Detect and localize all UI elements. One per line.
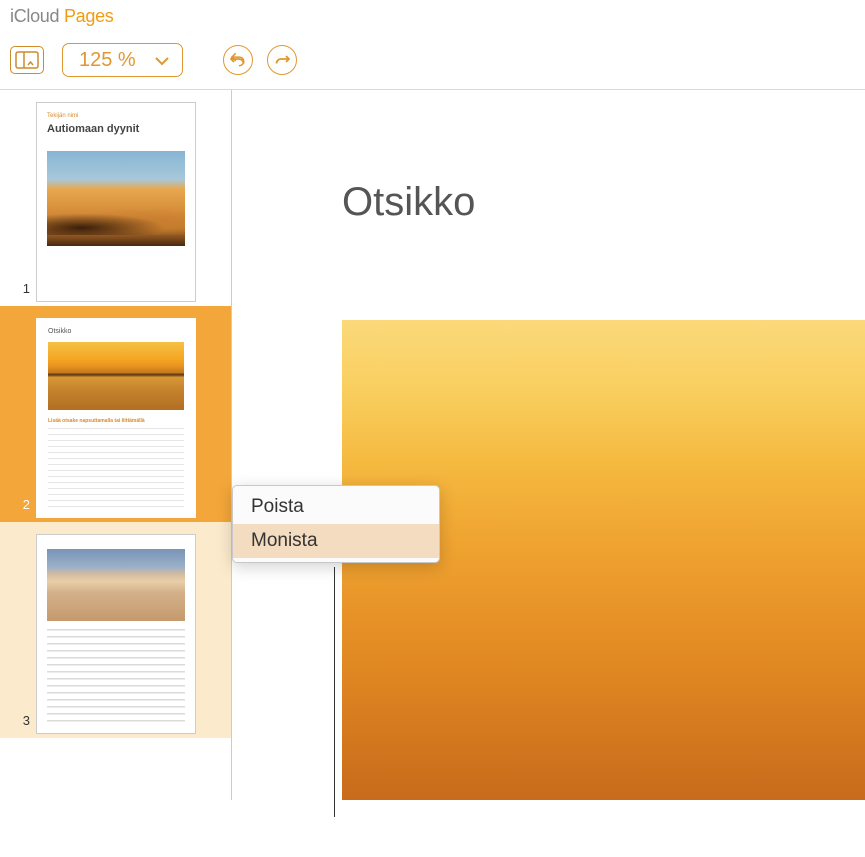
page-thumbnail-3[interactable]: 3: [0, 522, 231, 738]
page-thumbnail-2[interactable]: 2 Otsikko Lisää otsake napsuttamalla tai…: [0, 306, 231, 522]
thumb-subheading-label: Lisää otsake napsuttamalla tai liittämäl…: [48, 418, 145, 424]
thumb-text-lines: [47, 629, 185, 724]
zoom-dropdown[interactable]: 125 %: [62, 43, 183, 77]
brand: iCloud Pages: [10, 6, 113, 27]
page-thumbnails-sidebar[interactable]: 1 Tekijän nimi Autiomaan dyynit 2 Otsikk…: [0, 90, 232, 800]
thumb-title-label: Autiomaan dyynit: [47, 123, 139, 135]
context-menu-item-duplicate[interactable]: Monista: [233, 524, 439, 558]
thumbnail-preview: Otsikko Lisää otsake napsuttamalla tai l…: [36, 318, 196, 518]
context-menu: Poista Monista: [232, 485, 440, 563]
thumb-text-lines: [48, 428, 184, 510]
page-number-label: 1: [14, 281, 30, 296]
thumb-heading-label: Otsikko: [48, 328, 71, 335]
thumb-image: [47, 151, 185, 246]
undo-icon: [230, 53, 246, 67]
brand-icloud-label: iCloud: [10, 6, 59, 26]
redo-icon: [274, 53, 290, 67]
thumb-author-label: Tekijän nimi: [47, 113, 78, 119]
toolbar: 125 %: [10, 43, 297, 77]
page-title[interactable]: Otsikko: [342, 180, 475, 225]
redo-button[interactable]: [267, 45, 297, 75]
brand-pages-label: Pages: [64, 6, 114, 26]
undo-button[interactable]: [223, 45, 253, 75]
main-area: 1 Tekijän nimi Autiomaan dyynit 2 Otsikk…: [0, 90, 865, 800]
chevron-down-icon: [154, 49, 170, 72]
thumb-image: [47, 549, 185, 621]
bottom-spacer: [0, 800, 865, 857]
callout-line: [334, 567, 335, 817]
thumb-image: [48, 342, 184, 410]
view-options-button[interactable]: [10, 46, 44, 74]
thumbnail-preview: Tekijän nimi Autiomaan dyynit: [36, 102, 196, 302]
page-thumbnail-1[interactable]: 1 Tekijän nimi Autiomaan dyynit: [0, 90, 231, 306]
history-buttons: [223, 45, 297, 75]
context-menu-item-delete[interactable]: Poista: [233, 490, 439, 524]
document-canvas[interactable]: Otsikko: [232, 90, 865, 800]
page-number-label: 3: [14, 713, 30, 728]
app-header: iCloud Pages 125 %: [0, 0, 865, 90]
zoom-value-label: 125 %: [79, 49, 136, 72]
thumbnail-preview: [36, 534, 196, 734]
page-number-label: 2: [14, 497, 30, 512]
sidebar-panel-icon: [15, 51, 39, 69]
